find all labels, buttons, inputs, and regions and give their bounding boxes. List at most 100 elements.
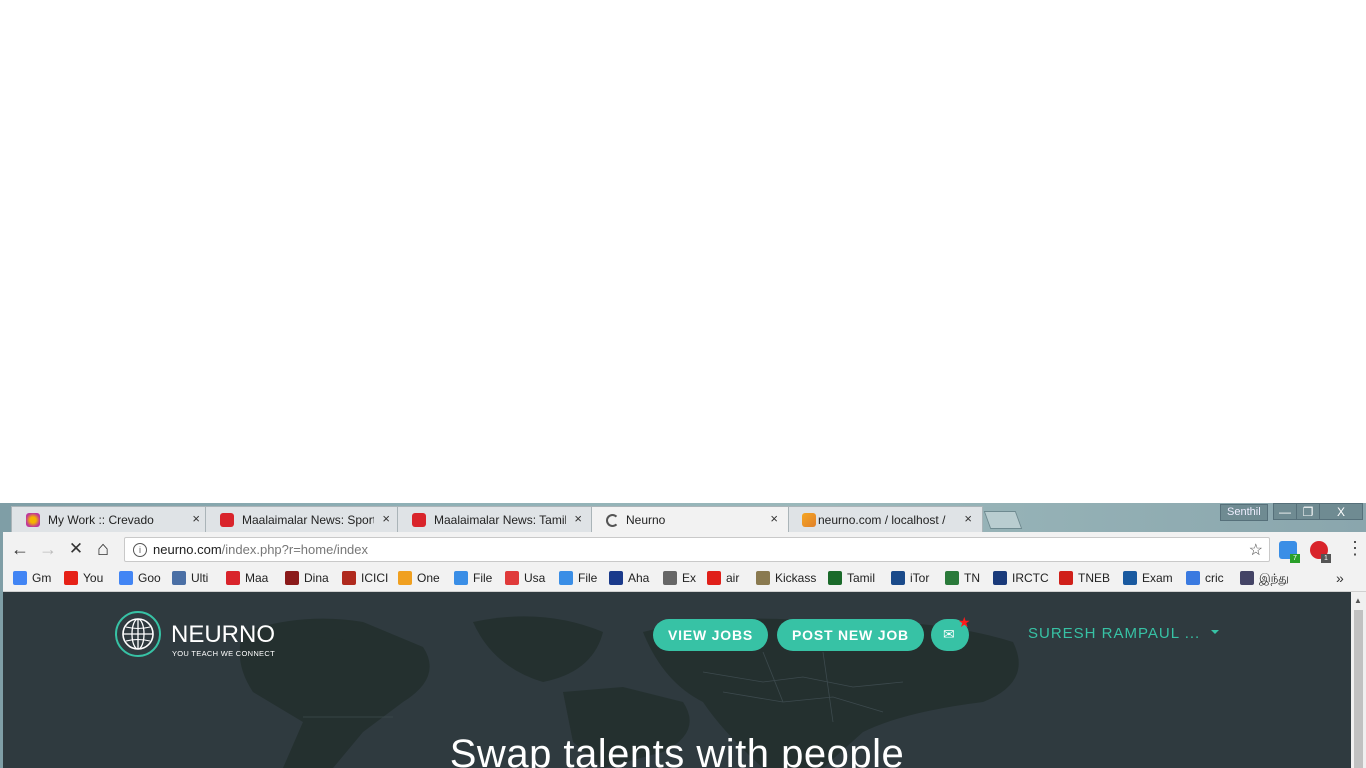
bookmark-favicon-icon	[1186, 571, 1200, 585]
bookmark-item[interactable]: ICICI	[342, 571, 388, 587]
view-jobs-button[interactable]: VIEW JOBS	[653, 619, 768, 651]
profile-name[interactable]: Senthil	[1220, 504, 1268, 521]
bookmark-item[interactable]: File	[559, 571, 597, 587]
bookmark-label: Goo	[138, 571, 161, 585]
bookmark-favicon-icon	[226, 571, 240, 585]
bookmark-label: IRCTC	[1012, 571, 1049, 585]
back-button[interactable]: ←	[9, 539, 31, 561]
restore-button[interactable]: ❐	[1296, 503, 1320, 520]
url-path: /index.php?r=home/index	[221, 542, 369, 557]
page-scrollbar[interactable]: ▲	[1351, 592, 1366, 768]
minimize-button[interactable]: —	[1273, 503, 1297, 520]
close-tab-icon[interactable]: ×	[192, 511, 200, 526]
bookmark-item[interactable]: IRCTC	[993, 571, 1049, 587]
bookmark-favicon-icon	[64, 571, 78, 585]
bookmark-item[interactable]: cric	[1186, 571, 1224, 587]
tab-title: Neurno	[626, 513, 666, 527]
bookmark-label: Gm	[32, 571, 52, 585]
bookmark-favicon-icon	[707, 571, 721, 585]
extension-badge: 7	[1290, 554, 1300, 563]
bookmark-favicon-icon	[505, 571, 519, 585]
bookmarks-bar: » Gm You Goo Ulti Maa Dina ICICI One File Usa File…	[3, 567, 1366, 592]
tab-strip: My Work :: Crevado × Maalaimalar News: S…	[3, 503, 1366, 532]
bookmark-item[interactable]: Aha	[609, 571, 649, 587]
close-window-button[interactable]: X	[1319, 503, 1363, 520]
bookmark-label: TN	[964, 571, 980, 585]
url-text[interactable]: neurno.com/index.php?r=home/index	[153, 542, 368, 557]
bookmark-item[interactable]: air	[707, 571, 739, 587]
brand-name: NEURNO	[171, 621, 276, 648]
forward-button[interactable]: →	[37, 539, 59, 561]
bookmark-label: TNEB	[1078, 571, 1111, 585]
home-button[interactable]: ⌂	[92, 539, 114, 561]
bookmark-item[interactable]: Gm	[13, 571, 51, 587]
bookmark-item[interactable]: File	[454, 571, 492, 587]
bookmark-label: iTor	[910, 571, 930, 585]
bookmark-label: File	[473, 571, 493, 585]
post-new-job-button[interactable]: POST NEW JOB	[777, 619, 924, 651]
brand-tagline: YOU TEACH WE CONNECT	[172, 649, 275, 658]
new-tab-button[interactable]	[983, 511, 1023, 529]
loading-spinner-icon	[606, 514, 619, 527]
bookmark-item[interactable]: Exam	[1123, 571, 1173, 587]
maalaimalar-favicon-icon	[412, 513, 426, 527]
tab-title: My Work :: Crevado	[48, 513, 154, 527]
bookmark-favicon-icon	[13, 571, 27, 585]
bookmark-item[interactable]: Usa	[505, 571, 545, 587]
bookmark-item[interactable]: Kickass	[756, 571, 816, 587]
close-tab-icon[interactable]: ×	[770, 511, 778, 526]
close-tab-icon[interactable]: ×	[574, 511, 582, 526]
tab-title: Maalaimalar News: Tamil	[434, 513, 566, 527]
tab-neurno[interactable]: Neurno ×	[591, 506, 789, 532]
hero-heading: Swap talents with people	[449, 732, 905, 768]
bookmarks-overflow-button[interactable]: »	[1336, 570, 1344, 586]
bookmark-star-icon[interactable]: ☆	[1249, 540, 1263, 560]
bookmark-label: air	[726, 571, 740, 585]
close-tab-icon[interactable]: ×	[382, 511, 390, 526]
caret-down-icon	[1211, 630, 1220, 634]
bookmark-item[interactable]: Ulti	[172, 571, 208, 587]
bookmark-item[interactable]: You	[64, 571, 103, 587]
menu-icon[interactable]: ⋮	[1346, 538, 1364, 559]
bookmark-item[interactable]: Dina	[285, 571, 329, 587]
bookmark-favicon-icon	[559, 571, 573, 585]
bookmark-favicon-icon	[342, 571, 356, 585]
bookmark-item[interactable]: Goo	[119, 571, 161, 587]
bookmark-item[interactable]: Ex	[663, 571, 696, 587]
tab-phpmyadmin[interactable]: neurno.com / localhost / ×	[787, 506, 983, 532]
bookmark-item[interactable]: TNEB	[1059, 571, 1110, 587]
scroll-thumb[interactable]	[1354, 610, 1363, 768]
bookmark-item[interactable]: One	[398, 571, 440, 587]
neurno-logo[interactable]: NEURNO YOU TEACH WE CONNECT	[113, 609, 275, 664]
bookmark-favicon-icon	[756, 571, 770, 585]
url-host: neurno.com	[153, 542, 222, 557]
tab-maalaimalar-tamil[interactable]: Maalaimalar News: Tamil ×	[397, 506, 593, 532]
globe-logo-icon	[115, 611, 161, 657]
browser-toolbar: ← → ✕ ⌂ i neurno.com/index.php?r=home/in…	[3, 532, 1366, 567]
address-bar[interactable]: i neurno.com/index.php?r=home/index ☆	[124, 537, 1270, 562]
scroll-up-arrow-icon[interactable]: ▲	[1354, 596, 1362, 605]
bookmark-item[interactable]: TN	[945, 571, 980, 587]
crevado-favicon-icon	[26, 513, 40, 527]
tab-crevado[interactable]: My Work :: Crevado ×	[11, 506, 211, 532]
bookmark-item[interactable]: Tamil	[828, 571, 875, 587]
bookmark-item[interactable]: Maa	[226, 571, 268, 587]
bookmark-label: One	[417, 571, 440, 585]
user-menu-dropdown[interactable]: SURESH RAMPAUL ...	[1028, 625, 1220, 642]
bookmark-favicon-icon	[663, 571, 677, 585]
phpmyadmin-favicon-icon	[802, 513, 816, 527]
stop-button[interactable]: ✕	[65, 539, 87, 561]
bookmark-item[interactable]: iTor	[891, 571, 929, 587]
bookmark-item[interactable]: இந்து	[1240, 571, 1289, 587]
bookmark-favicon-icon	[993, 571, 1007, 585]
bookmark-favicon-icon	[828, 571, 842, 585]
info-icon[interactable]: i	[133, 543, 147, 557]
bookmark-favicon-icon	[119, 571, 133, 585]
close-tab-icon[interactable]: ×	[964, 511, 972, 526]
tab-maalaimalar-sport[interactable]: Maalaimalar News: Sport ×	[205, 506, 401, 532]
bookmark-label: Kickass	[775, 571, 817, 585]
tab-title: neurno.com / localhost /	[818, 513, 946, 527]
bookmark-label: இந்து	[1259, 571, 1289, 585]
bookmark-label: File	[578, 571, 598, 585]
bookmark-favicon-icon	[398, 571, 412, 585]
